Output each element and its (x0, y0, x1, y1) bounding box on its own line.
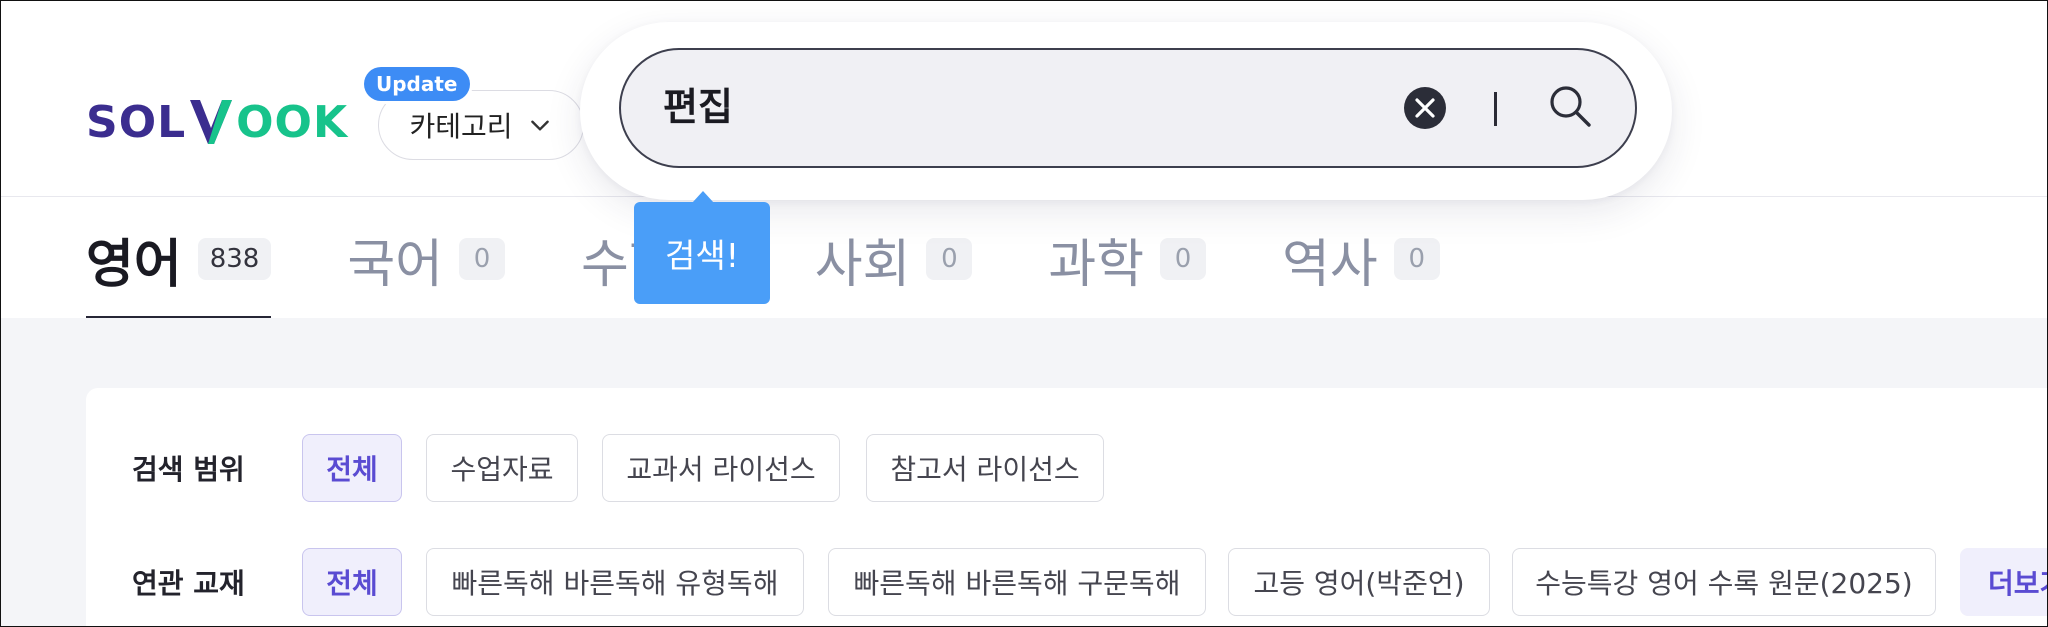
search-divider (1494, 92, 1497, 126)
scope-filter-label: 검색 범위 (132, 453, 245, 486)
clear-search-icon[interactable] (1403, 86, 1447, 130)
search-icon[interactable] (1547, 83, 1593, 129)
tab-history[interactable]: 역사 0 (1282, 206, 1440, 312)
tab-science[interactable]: 과학 0 (1048, 206, 1207, 312)
update-badge: Update (364, 67, 470, 101)
tab-social[interactable]: 사회 0 (815, 206, 973, 312)
tab-count: 0 (1393, 238, 1440, 280)
search-input-value[interactable]: 편집 (663, 50, 733, 165)
tab-korean[interactable]: 국어 0 (347, 206, 506, 312)
tab-english[interactable]: 영어 838 (86, 206, 272, 320)
textbook-chip-3[interactable]: 고등 영어(박준언) (1228, 548, 1490, 616)
scope-chip-all[interactable]: 전체 (302, 434, 402, 502)
search-input[interactable]: 편집 (619, 48, 1637, 168)
solvook-logo[interactable]: SOL OOK (86, 92, 348, 152)
textbook-filter-label: 연관 교재 (132, 567, 245, 600)
textbook-chip-1[interactable]: 빠른독해 바른독해 유형독해 (426, 548, 804, 616)
tab-count: 838 (197, 238, 272, 280)
chevron-down-icon (530, 120, 549, 131)
textbook-more-button[interactable]: 더보기 (1960, 548, 2048, 616)
search-tooltip: 검색! (634, 191, 770, 304)
tab-count: 0 (926, 238, 973, 280)
logo-v-mark-icon (190, 100, 233, 144)
scope-chip-reference-license[interactable]: 참고서 라이선스 (866, 434, 1104, 502)
tab-count: 0 (1160, 238, 1207, 280)
textbook-chip-all[interactable]: 전체 (302, 548, 402, 616)
scope-chip-class-material[interactable]: 수업자료 (426, 434, 578, 502)
tab-count: 0 (459, 238, 506, 280)
textbook-chip-2[interactable]: 빠른독해 바른독해 구문독해 (828, 548, 1206, 616)
filter-card: 검색 범위 전체 수업자료 교과서 라이선스 참고서 라이선스 연관 교재 전체… (86, 388, 2048, 627)
scope-chip-textbook-license[interactable]: 교과서 라이선스 (602, 434, 840, 502)
category-label: 카테고리 (409, 110, 513, 143)
textbook-chip-4[interactable]: 수능특강 영어 수록 원문(2025) (1512, 548, 1936, 616)
